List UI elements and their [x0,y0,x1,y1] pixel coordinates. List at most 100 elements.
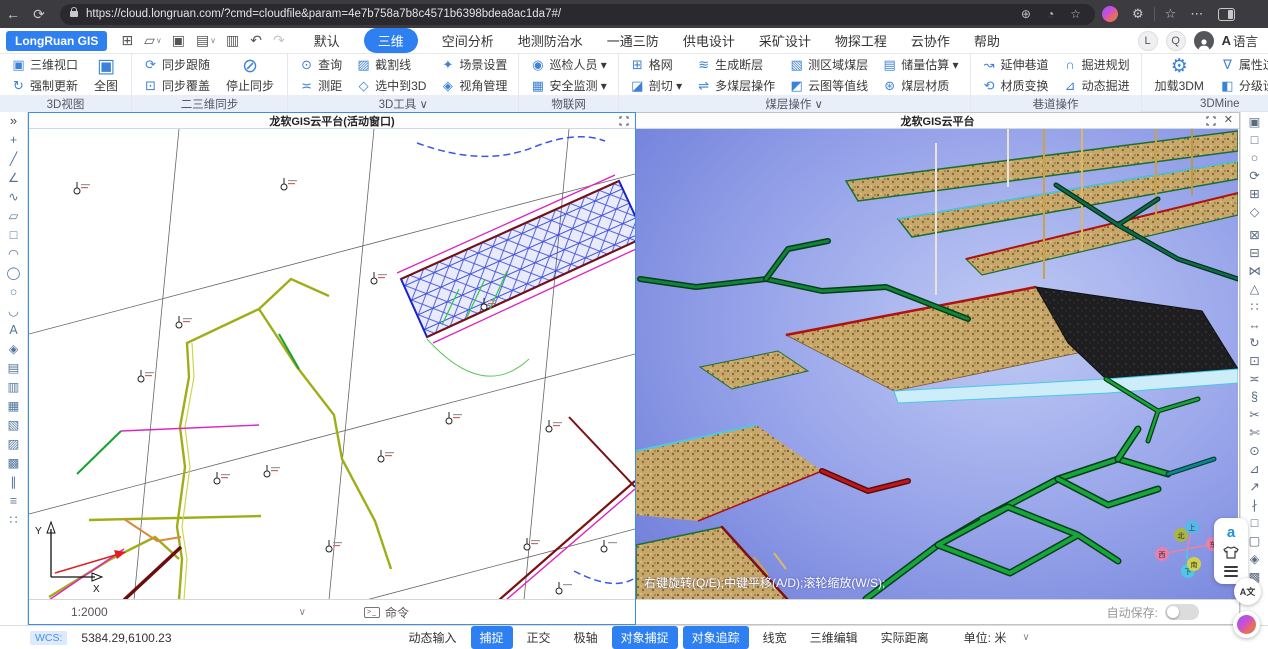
browser-refresh-button[interactable]: ⟳ [26,6,52,23]
delete-tool[interactable]: ⊠ [1244,226,1266,244]
group-label[interactable]: 3D工具 ∨ [288,96,518,112]
map-2d-canvas[interactable]: Y X [29,129,635,599]
mirror-tool[interactable]: ⋈ [1244,262,1266,280]
load-3dm-button[interactable]: ⚙加载3DM [1150,57,1209,94]
tab-geophysics[interactable]: 物探工程 [835,28,887,53]
assistant-logo-icon[interactable]: a [1227,525,1235,540]
align-bottom-tool[interactable]: ▩ [3,454,25,473]
draw-point-tool[interactable]: + [3,131,25,150]
new-file-button[interactable]: ⊞ [117,31,138,50]
align-center-tool[interactable]: ▦ [3,397,25,416]
align-top-tool[interactable]: ▧ [3,416,25,435]
draw-rectangle-tool[interactable]: □ [3,226,25,245]
reserve-estimate-button[interactable]: ▤储量估算 ▾ [879,56,961,73]
cutting-line-button[interactable]: ▨截割线 [353,56,429,73]
view-manage-button[interactable]: ◈视角管理 [437,77,510,94]
new-doc-button[interactable]: ▤∨ [192,31,220,50]
draw-arc3pt-tool[interactable]: ◡ [3,302,25,321]
distribute-horizontal-tool[interactable]: ∥ [3,473,25,492]
url-text[interactable]: https://cloud.longruan.com/?cmd=cloudfil… [86,8,1009,20]
brain-float-button[interactable] [1233,611,1260,638]
select-to-3d-button[interactable]: ◇选中到3D [353,77,429,94]
break-point-tool[interactable]: ✂ [1244,406,1266,424]
language-button[interactable]: A语言 [1222,31,1258,50]
rotate-tool[interactable]: ↻ [1244,334,1266,352]
inspector-person-button[interactable]: ◉巡检人员 ▾ [527,56,609,73]
viewport-3d-button[interactable]: ▣三维视口 [8,56,81,73]
open-file-button[interactable]: ▱∨ [140,31,166,50]
q-button[interactable]: Q [1166,31,1186,51]
array-blocks-tool[interactable]: ∷ [1244,298,1266,316]
tshirt-icon[interactable] [1223,546,1239,559]
bookmark-star-icon[interactable]: ☆ [1066,7,1085,21]
unit-chevron-icon[interactable]: ∨ [1022,632,1029,643]
browser-back-button[interactable]: ← [0,6,26,22]
hatch-tool[interactable]: ◈ [3,340,25,359]
scale-dropdown[interactable]: 1:2000 ∨ [71,605,306,619]
offset-tool[interactable]: ≍ [1244,370,1266,388]
hamburger-menu-icon[interactable] [1224,566,1238,577]
extension-icon[interactable]: ⚙ [1125,6,1151,22]
draw-ellipse-tool[interactable]: ○ [3,283,25,302]
drill-tool[interactable]: § [1244,388,1266,406]
sync-overlay-button[interactable]: ⊡同步覆盖 [140,77,213,94]
sync-follow-button[interactable]: ⟳同步跟随 [140,56,213,73]
view-3d-titlebar[interactable]: 龙软GIS云平台 ✕ [636,113,1239,129]
draw-polygon-tool[interactable]: ▱ [3,207,25,226]
excavation-plan-button[interactable]: ∩掘进规划 [1060,56,1133,73]
extend-line-tool[interactable]: ↗ [1244,478,1266,496]
object-snap-toggle[interactable]: 对象捕捉 [612,626,678,649]
node-edit-tool[interactable]: ⊙ [1244,442,1266,460]
edit-3d-toggle[interactable]: 三维编辑 [801,626,867,649]
break-line-tool[interactable]: ✄ [1244,424,1266,442]
full-extent-button[interactable]: ▣全图 [89,57,123,94]
move-tool[interactable]: ↔ [1244,316,1266,334]
group-label[interactable]: 煤层操作 ∨ [619,96,970,112]
tab-help[interactable]: 帮助 [974,28,1000,53]
brain-extension-icon[interactable] [1102,6,1118,22]
maximize-icon[interactable] [619,116,629,126]
tab-geology-water[interactable]: 地测防治水 [518,28,583,53]
draw-polyline-tool[interactable]: ∠ [3,169,25,188]
user-avatar[interactable] [1194,31,1214,51]
copy-tool[interactable]: ⊡ [1244,352,1266,370]
command-input[interactable]: >_ 命令 [364,604,409,621]
safety-monitor-button[interactable]: ▦安全监测 ▾ [527,77,609,94]
stop-sync-button[interactable]: ⊘停止同步 [221,57,279,94]
browser-menu-icon[interactable]: ⋯ [1183,6,1210,22]
tab-power-design[interactable]: 供电设计 [683,28,735,53]
attribute-filter-button[interactable]: ∇属性过滤 [1217,56,1268,73]
collections-icon[interactable]: ☆ [1158,6,1184,22]
sidebar-panel-icon[interactable] [1218,8,1235,21]
snap-toggle[interactable]: 捕捉 [471,626,513,649]
sync-rotate-tool[interactable]: ⟳ [1244,167,1266,185]
section-cut-button[interactable]: ◪剖切 ▾ [627,77,685,94]
print-button[interactable]: ▥ [222,31,244,50]
draw-arc-tool[interactable]: ◠ [3,245,25,264]
draw-line-tool[interactable]: ╱ [3,150,25,169]
material-swap-button[interactable]: ⟲材质变换 [979,77,1052,94]
undo-button[interactable]: ↶ [246,31,267,50]
align-middle-tool[interactable]: ▨ [3,435,25,454]
app-logo[interactable]: LongRuan GIS [6,31,107,51]
terrain-edit-tool[interactable]: △ [1244,280,1266,298]
query-button[interactable]: ⊙查询 [296,56,345,73]
viewport-3d-tool[interactable]: ▣ [1244,113,1266,131]
reading-mode-icon[interactable]: ◔ [1043,7,1058,21]
seam-material-button[interactable]: ⊛煤层材质 [879,77,961,94]
text-tool[interactable]: A [3,321,25,340]
contour-cloud-button[interactable]: ◩云图等值线 [786,77,871,94]
expand-panel-button[interactable]: » [10,113,17,131]
address-bar[interactable]: https://cloud.longruan.com/?cmd=cloudfil… [60,4,1095,25]
select-box-tool[interactable]: □ [1244,131,1266,149]
view-3d-canvas[interactable]: 西 下 南 北 上 东 右键旋转(Q/E);中键平移(A/D);滚轮缩放(W/S… [636,129,1239,599]
close-icon[interactable]: ✕ [1224,115,1233,126]
array-tool[interactable]: ∷ [3,511,25,530]
maximize-icon[interactable] [1206,116,1216,126]
distribute-vertical-tool[interactable]: ≡ [3,492,25,511]
tab-cloud-collab[interactable]: 云协作 [911,28,950,53]
actual-distance-toggle[interactable]: 实际距离 [872,626,938,649]
tab-spatial-analysis[interactable]: 空间分析 [442,28,494,53]
circle-3d-tool[interactable]: ○ [1244,149,1266,167]
draw-circle-tool[interactable]: ◯ [3,264,25,283]
